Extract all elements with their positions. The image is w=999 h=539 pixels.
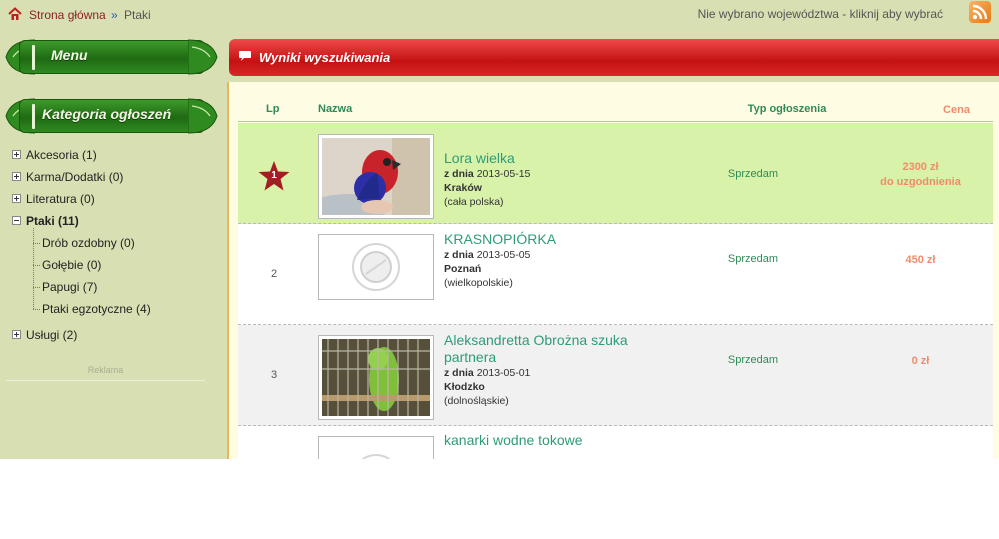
listing-meta: z dnia 2013-05-01: [444, 366, 530, 380]
subcategory-label: Drób ozdobny (0): [42, 236, 135, 250]
breadcrumb-current: Ptaki: [124, 8, 151, 22]
page-viewport: Strona główna » Ptaki Nie wybrano wojewó…: [0, 0, 999, 459]
listing-thumbnail[interactable]: [318, 335, 434, 420]
subcategory-label: Papugi (7): [42, 280, 98, 294]
date-prefix: z dnia: [444, 367, 474, 379]
listing-city: Kraków: [444, 182, 482, 194]
listing-title-link[interactable]: Lora wielka: [444, 150, 654, 167]
home-icon[interactable]: [8, 7, 22, 21]
listing-price: 450 zł: [858, 253, 983, 268]
no-image-placeholder-icon: [322, 238, 430, 296]
listing-type: Sprzedam: [727, 168, 779, 180]
parrot-photo: [322, 138, 430, 215]
ad-divider: [6, 380, 205, 381]
expand-icon[interactable]: [12, 330, 21, 339]
listing-thumbnail[interactable]: [318, 134, 434, 219]
column-header-type[interactable]: Typ ogłoszenia: [712, 103, 862, 115]
tree-item-label: Literatura (0): [26, 192, 95, 206]
listing-city-wrap: Kraków: [444, 181, 482, 195]
breadcrumb-separator: »: [111, 8, 118, 22]
tree-item-label: Karma/Dodatki (0): [26, 170, 124, 184]
menu-button[interactable]: Menu: [5, 37, 218, 77]
listing-type: Sprzedam: [727, 253, 779, 265]
tree-connector: [33, 228, 34, 309]
speech-bubble-icon: [239, 51, 251, 61]
listing-city: Poznań: [444, 263, 482, 275]
tree-item-label: Akcesoria (1): [26, 148, 97, 162]
sidebar: Menu Kategoria ogłoszeń Akcesoria (1) Ka…: [0, 32, 227, 459]
subcategory-label: Ptaki egzotyczne (4): [42, 302, 151, 316]
parakeet-photo: [322, 339, 430, 416]
date-prefix: z dnia: [444, 168, 474, 180]
results-header: Wyniki wyszukiwania: [229, 39, 999, 76]
row-number: 1: [271, 170, 277, 181]
tree-item-label: Usługi (2): [26, 328, 78, 342]
expand-icon[interactable]: [12, 172, 21, 181]
expand-icon[interactable]: [12, 150, 21, 159]
listing-region: (cała polska): [444, 196, 504, 208]
price-value: 0 zł: [911, 355, 930, 367]
no-image-placeholder-icon: [322, 440, 430, 459]
results-title: Wyniki wyszukiwania: [259, 50, 391, 65]
table-header: Lp Nazwa Typ ogłoszenia Cena: [238, 92, 993, 122]
collapse-icon[interactable]: [12, 216, 21, 225]
ad-label: Reklama: [87, 365, 124, 375]
listing-title-link[interactable]: KRASNOPIÓRKA: [444, 231, 654, 248]
listing-price: 0 zł: [858, 354, 983, 369]
listing-type: Sprzedam: [727, 354, 779, 366]
listing-title-link[interactable]: kanarki wodne tokowe: [444, 432, 654, 449]
listing-city-wrap: Poznań: [444, 262, 481, 276]
rss-icon[interactable]: [969, 1, 991, 23]
row-number: 2: [270, 268, 278, 280]
region-select-link[interactable]: Nie wybrano województwa - kliknij aby wy…: [698, 7, 943, 21]
category-button-label: Kategoria ogłoszeń: [42, 106, 172, 122]
subcategory-label: Gołębie (0): [42, 258, 102, 272]
table-row[interactable]: kanarki wodne tokowe: [238, 426, 993, 459]
table-row[interactable]: 2 KRASNOPIÓRKA z dnia 2013-05-05 Poznań …: [238, 224, 993, 325]
column-header-name[interactable]: Nazwa: [318, 103, 352, 115]
menu-button-label: Menu: [51, 47, 88, 63]
price-value: 2300 zł: [902, 161, 939, 173]
top-bar: Strona główna » Ptaki Nie wybrano wojewó…: [0, 0, 999, 32]
date-prefix: z dnia: [444, 249, 474, 261]
table-row[interactable]: 1 Lora wielka z dnia 2013-05-15 Kraków (…: [238, 123, 993, 224]
breadcrumb-home-link[interactable]: Strona główna: [29, 8, 106, 22]
category-button[interactable]: Kategoria ogłoszeń: [5, 96, 218, 136]
listing-title-link[interactable]: Aleksandretta Obrożna szuka partnera: [444, 332, 654, 366]
listing-region: (dolnośląskie): [444, 395, 509, 407]
featured-star-icon: 1: [257, 160, 291, 192]
listing-city-wrap: Kłodzko: [444, 380, 485, 394]
price-value: 450 zł: [905, 254, 936, 266]
table-row[interactable]: 3 Aleksandretta Obrożna szuka partnera z…: [238, 325, 993, 426]
listing-meta: z dnia 2013-05-05: [444, 248, 530, 262]
listing-price: 2300 zł do uzgodnienia: [858, 160, 983, 190]
listing-thumbnail[interactable]: [318, 234, 434, 300]
column-header-lp[interactable]: Lp: [266, 103, 279, 115]
listing-date: 2013-05-05: [476, 249, 531, 261]
row-number: 3: [270, 369, 278, 381]
results-panel: Lp Nazwa Typ ogłoszenia Cena 1 Lora wiel…: [229, 82, 999, 459]
listing-city: Kłodzko: [444, 381, 485, 393]
listing-date: 2013-05-15: [476, 168, 531, 180]
ornament-right-icon: [188, 39, 218, 75]
listing-region: (wielkopolskie): [444, 277, 513, 289]
listing-date: 2013-05-01: [476, 367, 531, 379]
listing-meta: z dnia 2013-05-15: [444, 167, 530, 181]
column-header-price[interactable]: Cena: [894, 103, 999, 118]
price-note: do uzgodnienia: [880, 176, 961, 188]
listing-thumbnail[interactable]: [318, 436, 434, 459]
expand-icon[interactable]: [12, 194, 21, 203]
ornament-right-icon: [188, 98, 218, 134]
